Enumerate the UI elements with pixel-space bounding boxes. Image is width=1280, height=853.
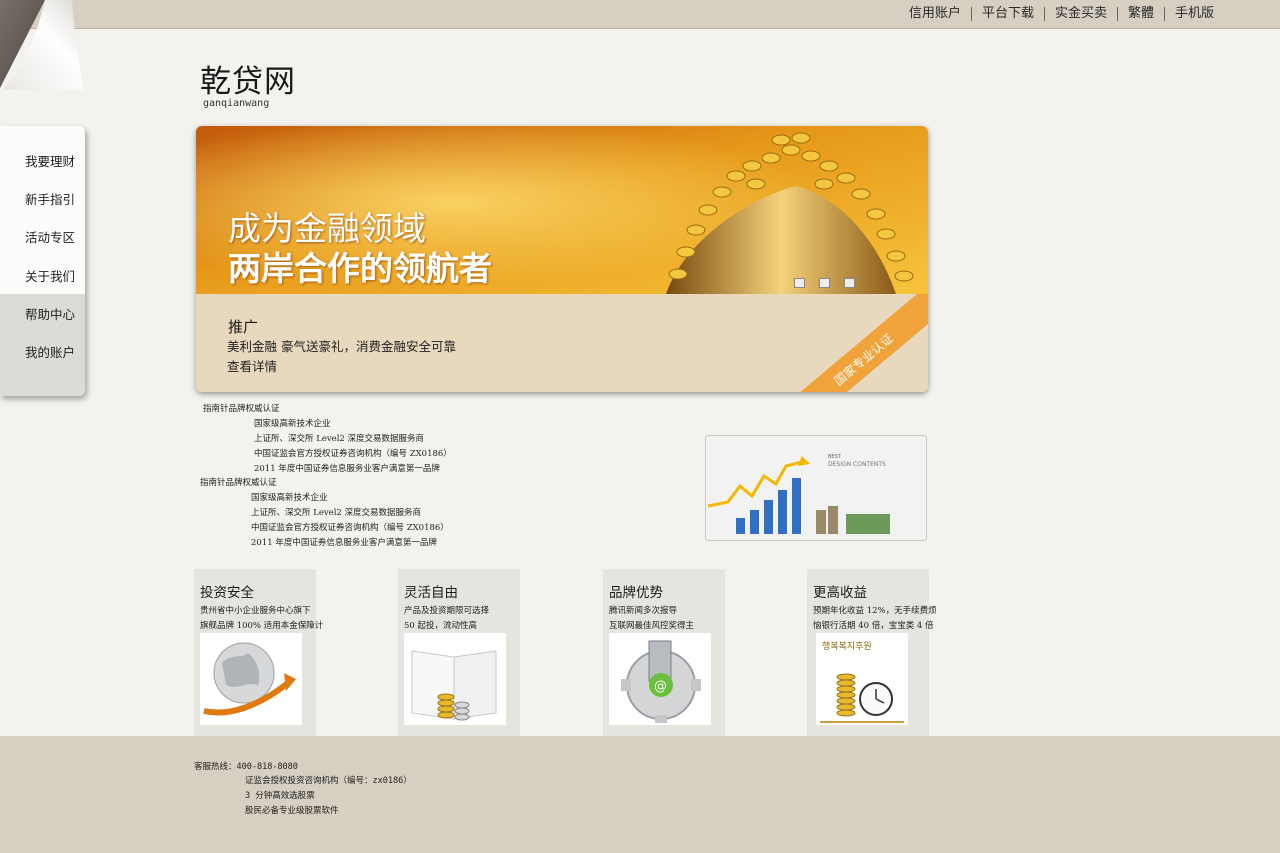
promo-text: 美利金融 豪气送豪礼，消费金融安全可靠 xyxy=(227,339,456,354)
feature-line-2: 旗舰品牌 100% 适用本金保障计 xyxy=(200,621,324,631)
feature-title: 更高收益 xyxy=(813,585,867,601)
growth-chart-image: BEST DESIGN CONTENTS xyxy=(705,435,927,541)
banner-dot-3[interactable] xyxy=(844,278,855,288)
feature-image xyxy=(200,633,302,725)
topnav-platform-download[interactable]: 平台下载 xyxy=(970,7,1044,21)
cert-block-2: 指南针品牌权威认证 国家级高新技术企业 上证所、深交所 Level2 深度交易数… xyxy=(200,476,449,551)
feature-line-1: 贵州省中小企业服务中心旗下 xyxy=(200,606,311,616)
chart-caption-top: BEST xyxy=(828,454,842,460)
topnav-credit-account[interactable]: 信用账户 xyxy=(899,7,971,21)
banner-dot-1[interactable] xyxy=(794,278,805,288)
side-menu: 我要理财 新手指引 活动专区 关于我们 帮助中心 我的账户 xyxy=(0,126,85,396)
feature-card-returns[interactable]: 更高收益 预期年化收益 12%，无手续费烦 恼银行活期 40 倍，宝宝类 4 倍… xyxy=(807,569,937,737)
banner-headline-2: 两岸合作的领航者 xyxy=(228,249,492,288)
promo-title: 推广 xyxy=(228,318,259,336)
sidemenu-item-about[interactable]: 关于我们 xyxy=(0,256,85,294)
cert-item: 2011 年度中国证券信息服务业客户满意第一品牌 xyxy=(254,464,440,474)
certification-ribbon: 国家专业认证 xyxy=(788,294,928,392)
feature-line-2: 50 起投，流动性高 xyxy=(404,621,478,631)
feature-image: @ xyxy=(609,633,711,725)
sidemenu-item-guide[interactable]: 新手指引 xyxy=(0,179,85,217)
site-logo-title[interactable]: 乾贷网 xyxy=(200,56,296,101)
feature-line-1: 产品及投资期限可选择 xyxy=(404,606,490,616)
cert-item: 上证所、深交所 Level2 深度交易数据服务商 xyxy=(251,508,422,518)
cert-item: 国家级高新技术企业 xyxy=(251,493,328,503)
cert-heading: 指南针品牌权威认证 xyxy=(200,478,277,488)
promo-panel: 推广 美利金融 豪气送豪礼，消费金融安全可靠 查看详情 国家专业认证 xyxy=(196,294,928,392)
sidemenu-item-activity[interactable]: 活动专区 xyxy=(0,218,85,256)
bar-chart-illustration: BEST DESIGN CONTENTS xyxy=(706,436,926,540)
footer: 客服热线：400-818-8080 证监会授权投资咨询机构（编号：zx0186）… xyxy=(0,736,1280,853)
feature-title: 投资安全 xyxy=(200,585,254,601)
cert-item: 中国证监会官方授权证券咨询机构（编号 ZX0186） xyxy=(254,449,452,459)
feature-image xyxy=(404,633,506,725)
footer-hotline: 客服热线：400-818-8080 xyxy=(194,762,298,772)
feature-title: 品牌优势 xyxy=(609,585,663,601)
promo-details-link[interactable]: 查看详情 xyxy=(227,356,277,375)
topnav-mobile[interactable]: 手机版 xyxy=(1163,7,1224,21)
korean-badge-text: 행복복지후원 xyxy=(822,640,872,652)
feature-card-flexible[interactable]: 灵活自由 产品及投资期限可选择 50 起投，流动性高 xyxy=(398,569,520,737)
feature-line-2: 互联网最佳风控奖得主 xyxy=(609,621,695,631)
feature-title: 灵活自由 xyxy=(404,585,458,601)
sidemenu-item-invest[interactable]: 我要理财 xyxy=(0,141,85,179)
topnav-traditional[interactable]: 繁體 xyxy=(1116,7,1164,21)
cert-item: 2011 年度中国证券信息服务业客户满意第一品牌 xyxy=(251,538,437,548)
footer-line: 3 分钟高效选股票 xyxy=(245,791,315,801)
feature-line-2: 恼银行活期 40 倍，宝宝类 4 倍 xyxy=(813,621,934,631)
svg-text:@: @ xyxy=(654,679,667,694)
book-coins-icon xyxy=(411,650,497,721)
footer-line: 证监会授权投资咨询机构（编号：zx0186） xyxy=(245,776,412,786)
banner-pager xyxy=(794,278,855,288)
banner-dot-2[interactable] xyxy=(819,278,830,288)
hero-banner: 成为金融领域 两岸合作的领航者 推广 美利金融 豪气送豪礼，消费金融安全可靠 查… xyxy=(196,126,928,392)
gear-building-icon: @ xyxy=(621,640,701,723)
feature-line-1: 腾讯新闻多次报导 xyxy=(609,606,678,616)
sidemenu-item-help[interactable]: 帮助中心 xyxy=(0,294,85,333)
feature-card-security[interactable]: 投资安全 贵州省中小企业服务中心旗下 旗舰品牌 100% 适用本金保障计 xyxy=(194,569,323,737)
page-curl-decoration xyxy=(0,0,84,90)
chart-caption-bottom: DESIGN CONTENTS xyxy=(828,461,886,468)
site-logo-subtitle: ganqianwang xyxy=(203,98,270,109)
cert-item: 国家级高新技术企业 xyxy=(254,419,331,429)
feature-image: 행복복지후원 xyxy=(816,633,908,725)
sidemenu-item-account[interactable]: 我的账户 xyxy=(0,332,85,371)
top-nav: 信用账户 平台下载 实金买卖 繁體 手机版 xyxy=(899,7,1224,21)
ribbon-label: 国家专业认证 xyxy=(788,294,928,392)
cert-block-1: 指南针品牌权威认证 国家级高新技术企业 上证所、深交所 Level2 深度交易数… xyxy=(203,402,452,477)
cert-item: 中国证监会官方授权证券咨询机构（编号 ZX0186） xyxy=(251,523,449,533)
coins-clock-icon: 행복복지후원 xyxy=(820,640,904,723)
topnav-gold-trade[interactable]: 实金买卖 xyxy=(1043,7,1117,21)
sidemenu-tail xyxy=(0,370,85,396)
cert-item: 上证所、深交所 Level2 深度交易数据服务商 xyxy=(254,434,425,444)
footer-line: 股民必备专业级股票软件 xyxy=(245,806,339,816)
cert-heading: 指南针品牌权威认证 xyxy=(203,404,280,414)
globe-arrow-icon xyxy=(203,642,296,716)
top-bar: 信用账户 平台下载 实金买卖 繁體 手机版 xyxy=(0,0,1280,29)
feature-line-1: 预期年化收益 12%，无手续费烦 xyxy=(813,606,937,616)
feature-card-brand[interactable]: 品牌优势 腾讯新闻多次报导 互联网最佳风控奖得主 @ xyxy=(603,569,725,737)
